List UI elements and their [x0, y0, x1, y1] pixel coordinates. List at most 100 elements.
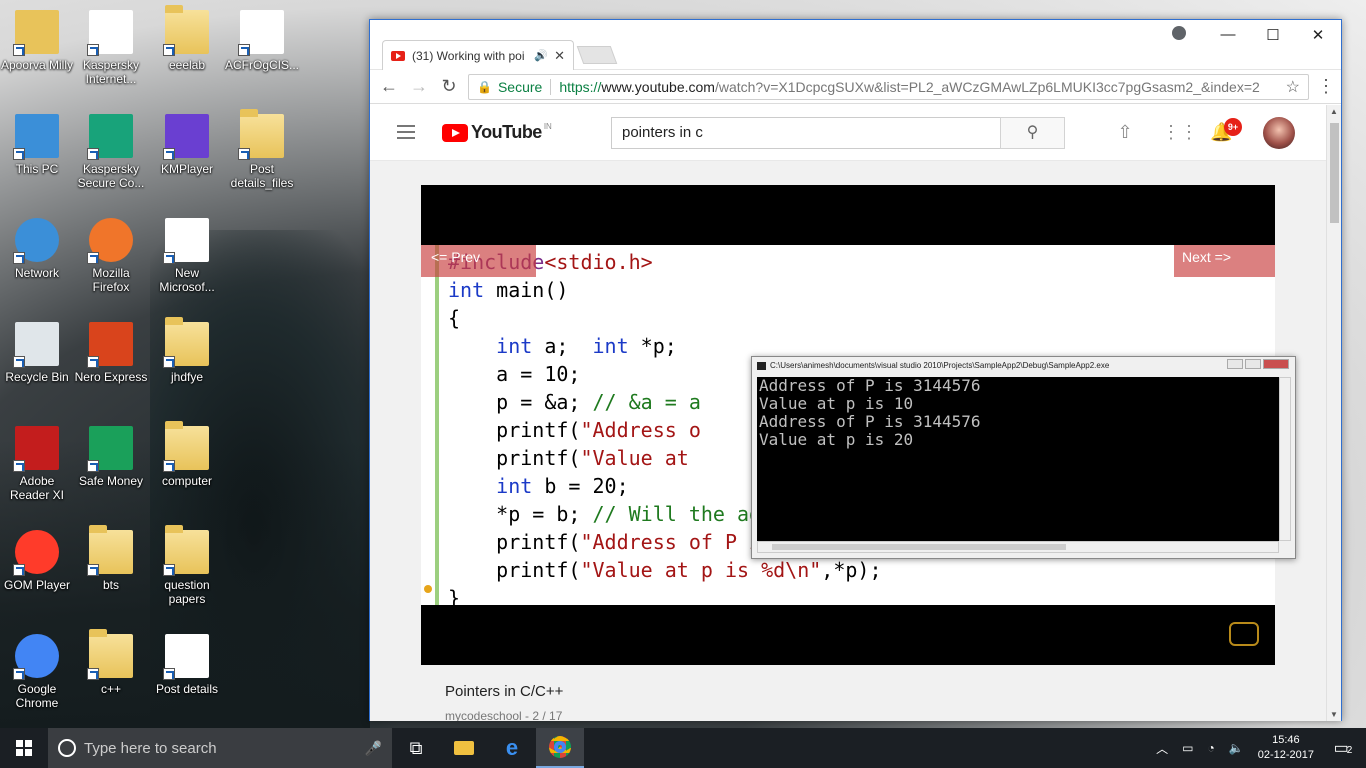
forward-button[interactable]: →: [408, 76, 430, 97]
volume-icon[interactable]: 🔈: [1229, 741, 1244, 755]
show-hidden-icons-icon[interactable]: ︿: [1156, 740, 1168, 757]
battery-icon[interactable]: ▭: [1182, 741, 1193, 755]
desktop-icon-label: GOM Player: [3, 578, 70, 592]
chrome-taskbar-icon[interactable]: [536, 728, 584, 768]
youtube-logo[interactable]: YouTube IN: [442, 122, 552, 143]
user-folder-icon: [13, 10, 59, 56]
action-center-icon[interactable]: ▭2: [1328, 738, 1358, 758]
secure-label: Secure: [498, 78, 552, 95]
desktop-icon-label: Adobe Reader XI: [9, 474, 65, 502]
desktop-icon[interactable]: Kaspersky Secure Co...: [74, 114, 148, 190]
desktop-icon[interactable]: Safe Money: [74, 426, 148, 488]
start-button[interactable]: [0, 728, 48, 768]
code-gutter: [435, 245, 439, 605]
channel-watermark-icon: [1229, 622, 1259, 646]
desktop-icon-label: Nero Express: [74, 370, 148, 384]
computer-icon: [13, 114, 59, 160]
close-window-button[interactable]: ✕: [1300, 26, 1336, 44]
desktop-icon[interactable]: Apoorva Milly: [0, 10, 74, 72]
tab-title: (31) Working with poi: [412, 48, 525, 63]
folder-icon: [163, 317, 209, 368]
desktop-icon[interactable]: Kaspersky Internet...: [74, 10, 148, 86]
desktop-icon[interactable]: New Microsof...: [150, 218, 224, 294]
desktop-icon[interactable]: Mozilla Firefox: [74, 218, 148, 294]
kmplayer-icon: [163, 114, 209, 160]
scroll-thumb[interactable]: [1330, 123, 1339, 223]
microphone-icon[interactable]: 🎤: [365, 740, 382, 757]
chrome-window: (31) Working with poi 🔊 ✕ — ☐ ✕ ← → ↻ 🔒 …: [369, 19, 1342, 721]
clock[interactable]: 15:46 02-12-2017: [1258, 733, 1314, 763]
avatar[interactable]: [1263, 117, 1295, 149]
video-title[interactable]: Pointers in C/C++: [445, 683, 563, 700]
desktop-icon[interactable]: bts: [74, 525, 148, 592]
desktop-icon[interactable]: Post details: [150, 634, 224, 696]
desktop-icon-label: question papers: [164, 578, 210, 606]
desktop-icon-label: computer: [161, 474, 213, 488]
minimize-button[interactable]: —: [1210, 26, 1246, 43]
desktop-icon-label: KMPlayer: [160, 162, 213, 176]
desktop-icon[interactable]: This PC: [0, 114, 74, 176]
clock-time: 15:46: [1272, 734, 1300, 746]
address-bar[interactable]: 🔒 Secure https://www.youtube.com/watch?v…: [468, 73, 1309, 100]
scroll-up-icon[interactable]: ▲: [1330, 107, 1338, 116]
notification-badge: 9+: [1224, 118, 1242, 136]
playlist-info[interactable]: mycodeschool - 2 / 17: [445, 709, 562, 721]
chrome-menu-icon[interactable]: ⋮: [1317, 76, 1335, 97]
desktop-icon[interactable]: Google Chrome: [0, 634, 74, 710]
youtube-header: YouTube IN pointers in c ⚲ ⇧ ⋮⋮ 🔔 9+: [370, 105, 1327, 161]
desktop-icon[interactable]: Network: [0, 218, 74, 280]
wifi-icon[interactable]: ◔: [1208, 741, 1215, 755]
title-bar: (31) Working with poi 🔊 ✕ — ☐ ✕: [370, 20, 1341, 70]
apps-grid-icon[interactable]: ⋮⋮: [1162, 122, 1198, 144]
folder-icon: [238, 109, 284, 160]
url-host: www.youtube.com: [601, 78, 715, 95]
desktop-icon[interactable]: eeelab: [150, 5, 224, 72]
new-tab-button[interactable]: [576, 46, 618, 64]
pdf-icon: [238, 10, 284, 56]
search-button[interactable]: ⚲: [1000, 117, 1065, 149]
desktop-icon[interactable]: Adobe Reader XI: [0, 426, 74, 502]
profile-icon[interactable]: [1172, 26, 1186, 40]
desktop-icon-label: Google Chrome: [15, 682, 59, 710]
task-view-icon[interactable]: ⧉: [392, 728, 440, 768]
desktop-icon[interactable]: Post details_files: [225, 109, 299, 190]
video-player[interactable]: #include<stdio.h> int main() { int a; in…: [421, 185, 1296, 665]
upload-icon[interactable]: ⇧: [1114, 122, 1136, 144]
desktop-icon[interactable]: Nero Express: [74, 322, 148, 384]
desktop-icon[interactable]: GOM Player: [0, 530, 74, 592]
desktop-icon-label: Network: [14, 266, 59, 280]
taskbar: Type here to search 🎤 ⧉ e ︿ ▭ ◔ 🔈 15:46 …: [0, 728, 1366, 768]
edge-icon[interactable]: e: [488, 728, 536, 768]
desktop-icon[interactable]: Recycle Bin: [0, 322, 74, 384]
audio-playing-icon[interactable]: 🔊: [534, 49, 548, 62]
page-scrollbar[interactable]: ▲ ▼: [1326, 105, 1341, 721]
console-output: Address of P is 3144576 Value at p is 10…: [757, 377, 1279, 541]
desktop-icon[interactable]: computer: [150, 421, 224, 488]
breakpoint-marker-icon: [424, 585, 432, 593]
prev-video-button[interactable]: <= Prev: [421, 245, 536, 277]
safe-money-icon: [87, 426, 133, 472]
desktop-icon[interactable]: KMPlayer: [150, 114, 224, 176]
console-window: C:\Users\animesh\documents\visual studio…: [751, 356, 1296, 559]
adobe-icon: [13, 426, 59, 472]
tab-close-icon[interactable]: ✕: [554, 48, 565, 64]
console-title: C:\Users\animesh\documents\visual studio…: [752, 357, 1295, 375]
desktop-icon[interactable]: ACFrOgCIS...: [225, 10, 299, 72]
desktop-icon[interactable]: c++: [74, 629, 148, 696]
desktop-icon[interactable]: jhdfye: [150, 317, 224, 384]
scroll-down-icon[interactable]: ▼: [1330, 710, 1338, 719]
back-button[interactable]: ←: [378, 76, 400, 97]
taskbar-search[interactable]: Type here to search 🎤: [48, 728, 392, 768]
tab-youtube[interactable]: (31) Working with poi 🔊 ✕: [382, 40, 574, 70]
next-video-button[interactable]: Next =>: [1174, 245, 1275, 277]
kaspersky-icon: [87, 10, 133, 56]
maximize-button[interactable]: ☐: [1255, 26, 1291, 44]
hamburger-menu-icon[interactable]: [397, 125, 415, 139]
desktop-icon[interactable]: question papers: [150, 525, 224, 606]
bookmark-star-icon[interactable]: ☆: [1286, 77, 1300, 97]
folder-icon: [87, 629, 133, 680]
file-explorer-icon[interactable]: [440, 728, 488, 768]
folder-icon: [163, 5, 209, 56]
reload-button[interactable]: ↻: [438, 76, 460, 97]
search-input[interactable]: pointers in c: [611, 117, 1001, 149]
